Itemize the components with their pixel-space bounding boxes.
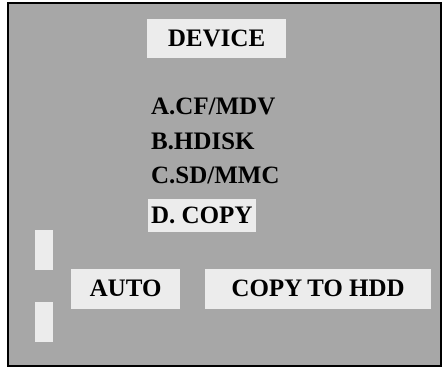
side-indicator-top: [35, 230, 53, 270]
auto-button[interactable]: AUTO: [71, 269, 180, 309]
menu-item-hdisk[interactable]: B.HDISK: [148, 125, 259, 158]
side-indicator-bottom: [35, 302, 53, 342]
device-screen: DEVICE A.CF/MDV B.HDISK C.SD/MMC D. COPY…: [7, 2, 442, 367]
copy-to-hdd-button[interactable]: COPY TO HDD: [205, 269, 431, 309]
menu-item-cf-mdv[interactable]: A.CF/MDV: [148, 90, 279, 123]
screen-title: DEVICE: [147, 19, 286, 58]
menu-item-copy[interactable]: D. COPY: [148, 199, 257, 232]
menu-item-sd-mmc[interactable]: C.SD/MMC: [148, 159, 283, 192]
